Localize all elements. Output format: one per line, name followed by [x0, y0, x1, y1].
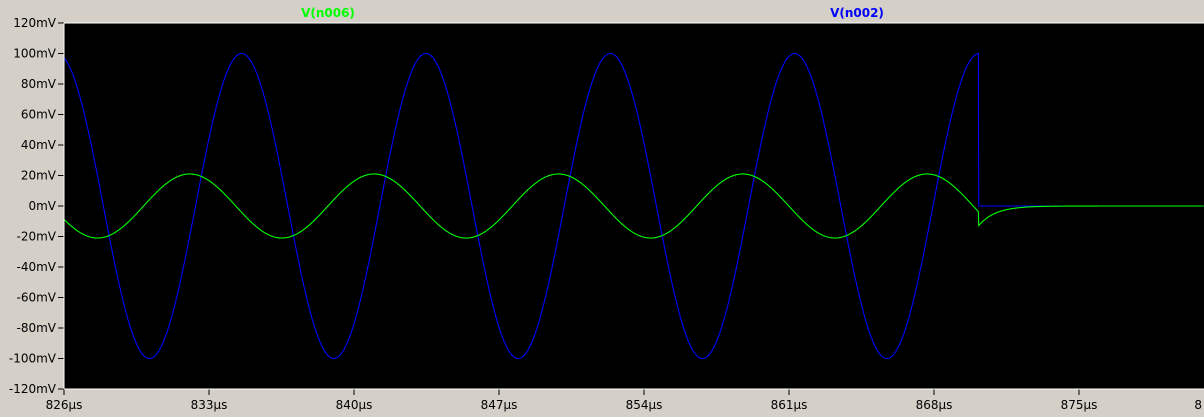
x-tick-label: 861µs — [771, 398, 808, 412]
x-tick-label: 868µs — [916, 398, 953, 412]
y-tick-label: 60mV — [21, 108, 57, 122]
y-tick-label: 40mV — [21, 138, 57, 152]
x-axis: 826µs 833µs 840µs 847µs 854µs 861µs 868µs 875µs… — [46, 389, 1202, 412]
y-tick-label: 120mV — [13, 16, 57, 30]
y-tick-label: 80mV — [21, 77, 57, 91]
y-tick-label: -100mV — [9, 352, 57, 366]
x-tick-label: 8 — [1194, 398, 1202, 412]
waveform-plot[interactable]: 120mV 100mV 80mV 60mV 40mV 20mV 0mV -20mV -40mV -… — [0, 0, 1204, 417]
x-tick-label: 875µs — [1061, 398, 1098, 412]
legend-label-v-n002: V(n002) — [830, 6, 884, 20]
x-tick-label: 840µs — [336, 398, 373, 412]
y-axis: 120mV 100mV 80mV 60mV 40mV 20mV 0mV -20mV -40mV -… — [9, 16, 64, 396]
y-tick-label: -20mV — [17, 230, 57, 244]
legend-label-v-n006: V(n006) — [301, 6, 355, 20]
y-tick-label: 20mV — [21, 169, 57, 183]
legend: V(n006) V(n002) — [301, 6, 884, 20]
x-tick-label: 826µs — [46, 398, 83, 412]
x-tick-label: 833µs — [191, 398, 228, 412]
y-tick-label: 0mV — [28, 199, 56, 213]
x-tick-label: 854µs — [626, 398, 663, 412]
y-tick-label: -60mV — [17, 291, 57, 305]
y-tick-label: 100mV — [13, 47, 57, 61]
y-tick-label: -40mV — [17, 260, 57, 274]
y-tick-label: -120mV — [9, 382, 57, 396]
y-tick-label: -80mV — [17, 321, 57, 335]
x-tick-label: 847µs — [481, 398, 518, 412]
